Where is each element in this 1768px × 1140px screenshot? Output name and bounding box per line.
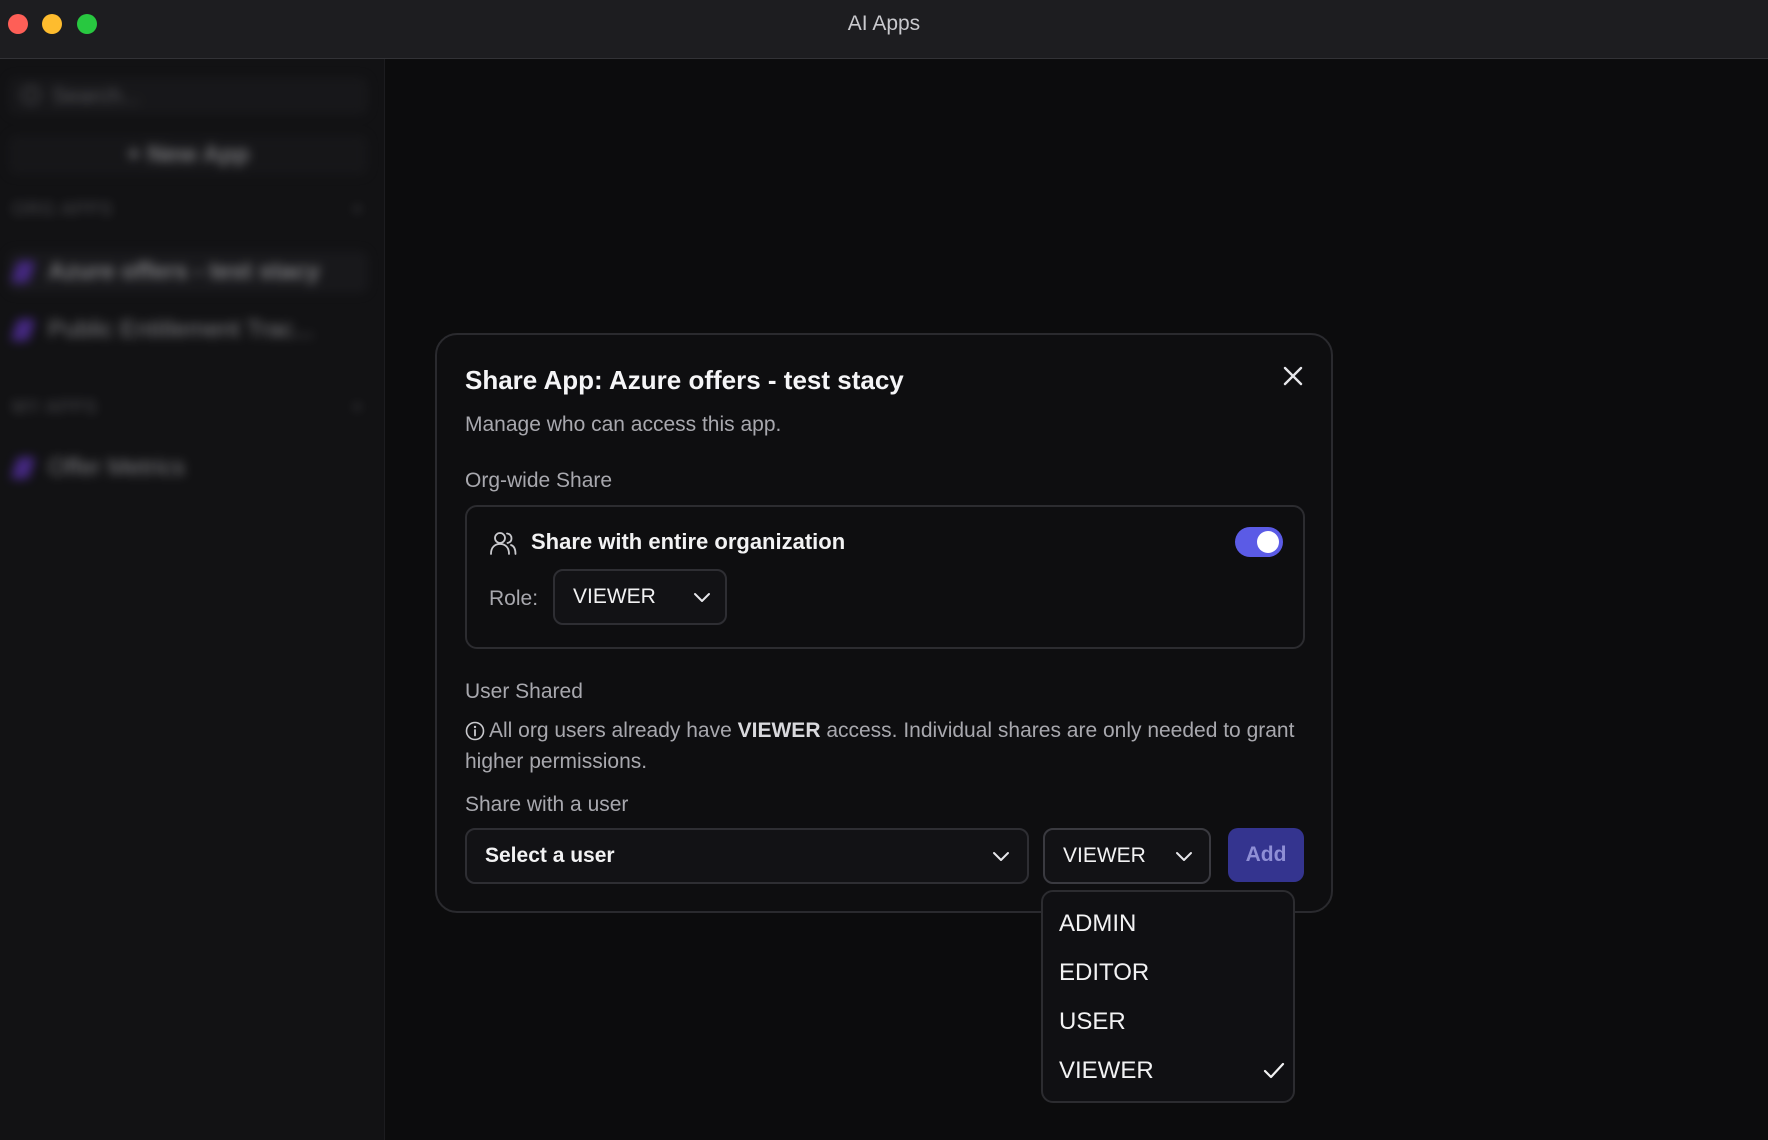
share-with-user-label: Share with a user xyxy=(465,793,629,816)
info-text-prefix: All org users already have xyxy=(489,719,738,742)
sidebar-item-app[interactable]: Offer Metrics xyxy=(8,447,368,489)
sidebar-item-label: Public Entitlement Trac... xyxy=(48,316,314,343)
role-option-viewer[interactable]: VIEWER xyxy=(1059,1051,1285,1091)
user-role-select[interactable]: VIEWER xyxy=(1043,828,1211,884)
org-role-value: VIEWER xyxy=(573,585,656,608)
app-bolt-icon xyxy=(10,261,36,283)
check-icon xyxy=(1263,1062,1285,1079)
window-title: AI Apps xyxy=(847,12,921,35)
sidebar-section-title: MY APPS xyxy=(12,397,98,417)
info-text-role: VIEWER xyxy=(737,719,821,742)
search-icon xyxy=(22,86,40,104)
user-select-placeholder: Select a user xyxy=(485,844,615,867)
sidebar: Search... + New App ORG APPS + Azure off… xyxy=(0,59,385,1140)
sidebar-item-label: Offer Metrics xyxy=(48,454,185,481)
user-select[interactable]: Select a user xyxy=(465,828,1029,884)
role-option-user[interactable]: USER xyxy=(1059,1002,1281,1042)
sidebar-search-input[interactable]: Search... xyxy=(8,77,368,115)
app-bolt-icon xyxy=(10,457,36,479)
org-share-panel: Share with entire organization Role: VIE… xyxy=(465,505,1305,649)
share-app-dialog: Share App: Azure offers - test stacy Man… xyxy=(435,333,1333,913)
chevron-down-icon xyxy=(993,852,1009,861)
dialog-description: Manage who can access this app. xyxy=(465,413,782,436)
chevron-down-icon xyxy=(694,593,710,602)
user-role-value: VIEWER xyxy=(1063,844,1146,867)
role-label: Role: xyxy=(489,587,539,610)
sidebar-item-app[interactable]: Azure offers - test stacy xyxy=(8,251,368,293)
user-shared-section-label: User Shared xyxy=(465,680,583,703)
org-share-label: Share with entire organization xyxy=(531,529,846,554)
add-icon[interactable]: + xyxy=(352,397,364,418)
sidebar-search-placeholder: Search... xyxy=(52,83,141,108)
org-share-toggle[interactable] xyxy=(1235,527,1283,557)
close-icon[interactable] xyxy=(1278,361,1308,391)
org-access-info: All org users already have VIEWER access… xyxy=(465,715,1315,777)
add-button[interactable]: Add xyxy=(1228,828,1304,882)
role-option-editor[interactable]: EDITOR xyxy=(1059,953,1281,993)
new-app-button[interactable]: + New App xyxy=(8,135,368,175)
dialog-title: Share App: Azure offers - test stacy xyxy=(465,365,904,395)
toggle-knob xyxy=(1257,531,1279,553)
sidebar-section-org-apps[interactable]: ORG APPS + xyxy=(12,199,363,220)
chevron-down-icon xyxy=(1176,852,1192,861)
sidebar-item-label: Azure offers - test stacy xyxy=(48,258,321,285)
app-bolt-icon xyxy=(10,319,36,341)
title-bar: AI Apps xyxy=(0,0,1768,59)
add-icon[interactable]: + xyxy=(352,199,364,220)
org-role-select[interactable]: VIEWER xyxy=(553,569,727,625)
info-icon xyxy=(465,721,485,741)
sidebar-section-title: ORG APPS xyxy=(12,199,114,219)
org-share-section-label: Org-wide Share xyxy=(465,469,613,492)
users-icon xyxy=(490,532,517,555)
role-option-label: VIEWER xyxy=(1059,1057,1154,1084)
role-option-admin[interactable]: ADMIN xyxy=(1059,904,1281,944)
sidebar-item-app[interactable]: Public Entitlement Trac... xyxy=(8,309,368,351)
role-dropdown-menu: ADMIN EDITOR USER VIEWER xyxy=(1041,890,1295,1103)
sidebar-section-my-apps[interactable]: MY APPS + xyxy=(12,397,363,418)
